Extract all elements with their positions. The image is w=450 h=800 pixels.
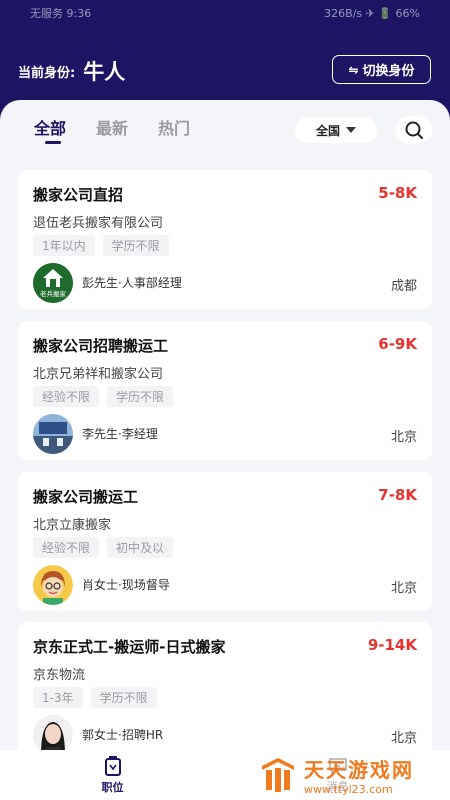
search-button[interactable] (396, 116, 432, 144)
job-card[interactable]: 搬家公司招聘搬运工 6-9K 北京兄弟祥和搬家公司 经验不限 学历不限 李先生·… (18, 321, 432, 460)
region-select[interactable]: 全国 (295, 117, 377, 143)
job-city: 北京 (390, 581, 417, 596)
job-tags: 1年以内 学历不限 (33, 235, 169, 256)
recruiter-name: 郭女士·招聘HR (82, 728, 164, 742)
company-logo-icon: 老兵搬家 (33, 263, 73, 303)
cartoon-avatar-icon (33, 565, 73, 605)
company-name: 北京兄弟祥和搬家公司 (33, 367, 164, 382)
job-tags: 经验不限 初中及以 (33, 537, 174, 558)
nav-jobs-label: 职位 (101, 780, 124, 794)
company-name: 京东物流 (33, 668, 86, 683)
job-tag: 学历不限 (102, 235, 169, 256)
company-logo-text: 老兵搬家 (40, 289, 67, 298)
job-tag: 1-3年 (33, 687, 83, 708)
status-right: 326B/s ✈ 🔋 66% (324, 6, 420, 20)
job-tag: 初中及以 (107, 537, 174, 558)
job-salary: 9-14K (367, 636, 417, 654)
job-tag: 学历不限 (107, 386, 174, 407)
active-tab-indicator (45, 141, 61, 144)
caret-down-icon (346, 127, 356, 133)
job-city: 成都 (390, 279, 417, 294)
job-filter-tabs: 全部 最新 热门 (34, 115, 220, 139)
recruiter-name: 李先生·李经理 (82, 427, 158, 441)
identity-label: 当前身份: (18, 65, 76, 81)
job-title: 京东正式工-搬运师-日式搬家 (33, 638, 226, 656)
job-tag: 经验不限 (33, 386, 100, 407)
company-name: 北京立康搬家 (33, 518, 112, 533)
region-value: 全国 (315, 123, 340, 138)
job-city: 北京 (390, 430, 417, 445)
watermark-url: www.ttyl23.com (304, 783, 393, 796)
switch-identity-button[interactable]: ⇋ 切换身份 (332, 55, 431, 84)
search-icon (405, 121, 423, 139)
job-tags: 经验不限 学历不限 (33, 386, 174, 407)
tab-all[interactable]: 全部 (34, 115, 66, 139)
job-card[interactable]: 京东正式工-搬运师-日式搬家 9-14K 京东物流 1-3年 学历不限 郭女士·… (18, 622, 432, 761)
job-title: 搬家公司直招 (33, 186, 124, 204)
job-salary: 7-8K (378, 486, 417, 504)
job-tag: 经验不限 (33, 537, 100, 558)
tab-latest[interactable]: 最新 (96, 115, 128, 139)
recruiter-avatar (33, 414, 73, 454)
person-photo-icon (33, 715, 73, 755)
job-salary: 6-9K (378, 335, 417, 353)
recruiter-avatar: 老兵搬家 (33, 263, 73, 303)
company-photo-icon (33, 414, 73, 454)
tab-hot[interactable]: 热门 (158, 115, 190, 139)
job-tag: 学历不限 (90, 687, 157, 708)
status-bar: 无服务 9:36 326B/s ✈ 🔋 66% (0, 0, 450, 26)
job-icon (104, 755, 121, 776)
current-identity: 当前身份: 牛人 (18, 56, 125, 86)
site-watermark: 天天游戏网 www.ttyl23.com (258, 752, 448, 798)
swap-icon: ⇋ (348, 62, 359, 77)
watermark-title: 天天游戏网 (304, 758, 414, 782)
recruiter-avatar (33, 715, 73, 755)
recruiter-name: 肖女士·现场督导 (82, 578, 170, 592)
watermark-logo-icon (262, 758, 294, 792)
switch-identity-label: 切换身份 (362, 64, 415, 79)
job-card[interactable]: 搬家公司直招 5-8K 退伍老兵搬家有限公司 1年以内 学历不限 老兵搬家 彭先… (18, 170, 432, 309)
identity-value: 牛人 (83, 60, 126, 84)
job-salary: 5-8K (378, 184, 417, 202)
nav-jobs[interactable]: 职位 (0, 750, 225, 800)
job-title: 搬家公司招聘搬运工 (33, 337, 169, 355)
job-city: 北京 (390, 731, 417, 746)
job-title: 搬家公司搬运工 (33, 488, 139, 506)
company-name: 退伍老兵搬家有限公司 (33, 216, 164, 231)
recruiter-name: 彭先生·人事部经理 (82, 276, 182, 290)
recruiter-avatar (33, 565, 73, 605)
status-left: 无服务 9:36 (30, 7, 92, 20)
job-card[interactable]: 搬家公司搬运工 7-8K 北京立康搬家 经验不限 初中及以 肖女士·现场督导 北… (18, 472, 432, 611)
job-tag: 1年以内 (33, 235, 95, 256)
job-tags: 1-3年 学历不限 (33, 687, 157, 708)
